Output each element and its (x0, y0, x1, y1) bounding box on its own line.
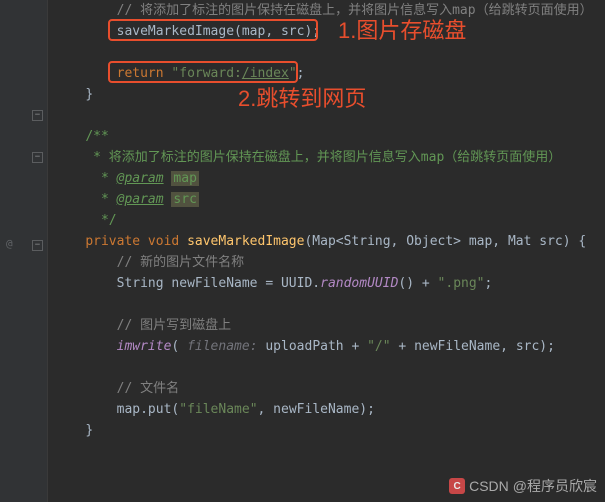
comment: // 新的图片文件名称 (54, 255, 244, 270)
semicolon: ; (485, 276, 493, 291)
code-text: + newFileName, src); (391, 339, 555, 354)
javadoc: /** (54, 129, 109, 144)
inlay-hint: filename: (187, 339, 265, 354)
code-text: () + (398, 276, 437, 291)
fold-toggle-icon[interactable]: − (32, 110, 43, 121)
fold-toggle-icon[interactable]: − (32, 240, 43, 251)
code-text: String newFileName = UUID. (117, 276, 321, 291)
static-call: imwrite (117, 339, 172, 354)
watermark-author: @程序员欣宸 (513, 476, 597, 496)
paren-open: ( (171, 339, 187, 354)
javadoc: * (54, 171, 117, 186)
javadoc: * (54, 192, 117, 207)
override-gutter-icon[interactable]: @ (6, 237, 13, 250)
brace-close: } (54, 87, 93, 102)
static-call: randomUUID (320, 276, 398, 291)
method-call: saveMarkedImage(map, src); (54, 24, 320, 39)
javadoc: * 将添加了标注的图片保持在磁盘上，并将图片信息写入map（给跳转页面使用） (54, 150, 561, 165)
string-literal: "fileName" (179, 402, 257, 417)
method-name: saveMarkedImage (187, 234, 304, 249)
semicolon: ; (297, 66, 305, 81)
code-text: , newFileName); (258, 402, 375, 417)
param-name: src (171, 192, 198, 207)
string-literal: ".png" (438, 276, 485, 291)
comment: // 文件名 (54, 381, 179, 396)
gutter: − − @ − (0, 0, 48, 502)
brace-close: } (54, 423, 93, 438)
method-params: (Map<String, Object> map, Mat src) { (304, 234, 586, 249)
javadoc-tag: @param (117, 171, 164, 186)
keyword-return: return (117, 66, 172, 81)
comment: // 图片写到磁盘上 (54, 318, 231, 333)
code-text: uploadPath + (265, 339, 367, 354)
watermark: C CSDN @程序员欣宸 (449, 476, 597, 496)
fold-toggle-icon[interactable]: − (32, 152, 43, 163)
param-name: map (171, 171, 198, 186)
string-literal: "forward:/index" (171, 66, 296, 81)
editor-pane: − − @ − // 将添加了标注的图片保持在磁盘上，并将图片信息写入map（给… (0, 0, 605, 502)
method-modifiers: private void (85, 234, 187, 249)
csdn-logo-icon: C (449, 478, 465, 494)
watermark-site: CSDN (469, 478, 509, 494)
string-literal: "/" (367, 339, 390, 354)
code-text: map.put( (117, 402, 180, 417)
javadoc: */ (54, 213, 117, 228)
comment: // 将添加了标注的图片保持在磁盘上，并将图片信息写入map（给跳转页面使用） (54, 3, 593, 18)
code-area[interactable]: // 将添加了标注的图片保持在磁盘上，并将图片信息写入map（给跳转页面使用） … (48, 0, 605, 502)
javadoc-tag: @param (117, 192, 164, 207)
